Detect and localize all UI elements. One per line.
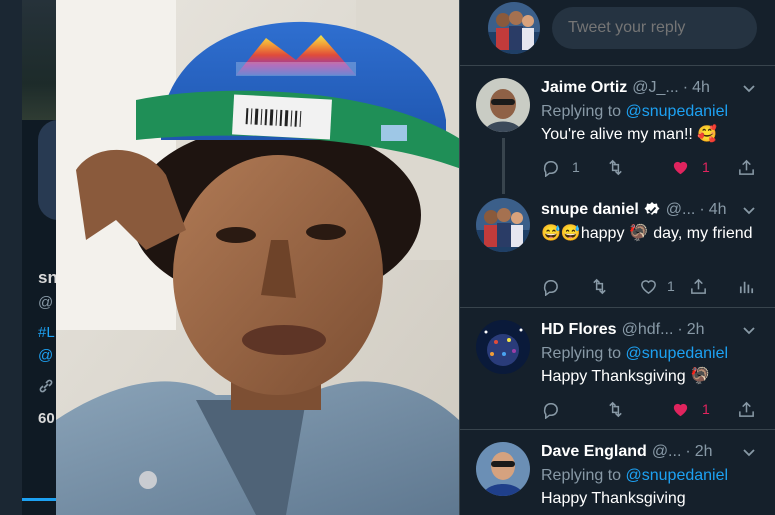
share-upload-icon [691,278,706,294]
retweet-arrows-icon [609,159,622,175]
profile-avatar [38,120,56,220]
tweet-header: Dave England @... · 2h [541,442,713,462]
share-upload-icon [739,401,754,417]
tweet-actions: 1 1 [541,156,771,178]
like-button[interactable]: 1 [671,156,710,178]
replying-prefix: Replying to [541,103,622,120]
user-avatar[interactable] [476,78,530,132]
like-button[interactable]: 1 [671,398,710,420]
like-count: 1 [702,159,710,175]
selfie-photo [56,0,459,515]
replying-to-line: Replying to @snupedaniel [541,344,728,364]
tweet-text: Happy Thanksgiving 🦃 [541,368,711,385]
dot-separator: · [699,201,705,218]
background-profile-panel: sn @ #L @ 60 [0,0,56,515]
share-button[interactable] [737,156,756,178]
like-button[interactable]: 1 [639,275,675,297]
tweet-media-photo[interactable] [56,0,459,515]
retweet-button[interactable] [606,398,625,420]
reply-tweet[interactable]: snupe daniel @... · 4h 😅😅happy 🦃 day, my… [460,188,775,308]
timestamp[interactable]: 4h [709,200,727,220]
heart-icon [641,279,656,294]
user-handle[interactable]: @... [666,200,696,220]
user-handle[interactable]: @hdf... [622,320,674,340]
user-avatar[interactable] [476,442,530,496]
chevron-down-icon[interactable] [742,204,756,218]
tweet-actions: 1 [541,275,771,297]
active-tab-indicator [22,498,56,501]
reply-tweet[interactable]: Jaime Ortiz @J_... · 4h Replying to @snu… [460,66,775,194]
profile-name-partial: sn [38,268,56,287]
user-handle[interactable]: @... [652,442,682,462]
chevron-down-icon[interactable] [742,446,756,460]
profile-banner [22,0,56,120]
speech-bubble-icon [543,279,558,296]
heart-icon [673,403,688,416]
sidebar-edge [0,0,22,515]
thread-connector [502,138,505,194]
profile-handle-partial: @ [38,294,54,311]
retweet-arrows-icon [609,401,622,417]
user-avatar[interactable] [476,198,530,252]
share-button[interactable] [737,398,756,420]
dot-separator: · [682,79,689,96]
reply-composer [460,0,775,66]
tweet-text: 😅😅happy 🦃 day, my friend [541,225,753,242]
timestamp[interactable]: 2h [695,442,713,462]
display-name[interactable]: HD Flores [541,320,617,340]
profile-mention-partial[interactable]: @ [38,347,53,364]
profile-hashtag-partial[interactable]: #L [38,324,55,341]
retweet-button[interactable] [606,156,625,178]
share-button[interactable] [689,275,708,297]
mention-link[interactable]: @snupedaniel [626,467,729,484]
my-avatar[interactable] [488,2,540,54]
reply-button[interactable] [541,398,560,420]
dot-separator: · [677,321,683,338]
reply-input[interactable] [552,7,757,49]
dot-separator: · [685,443,691,460]
link-icon [38,378,54,398]
chevron-down-icon[interactable] [742,324,756,338]
replies-panel: Jaime Ortiz @J_... · 4h Replying to @snu… [459,0,775,515]
user-avatar[interactable] [476,320,530,374]
speech-bubble-icon [543,402,558,419]
replying-prefix: Replying to [541,467,622,484]
mention-link[interactable]: @snupedaniel [626,345,729,362]
tweet-text: Happy Thanksgiving [541,490,686,507]
chevron-down-icon[interactable] [742,82,756,96]
retweet-button[interactable] [590,275,609,297]
tweet-header: Jaime Ortiz @J_... · 4h [541,78,710,98]
analytics-button[interactable] [737,275,756,297]
display-name[interactable]: Jaime Ortiz [541,78,627,98]
replying-to-line: Replying to @snupedaniel [541,102,728,122]
reply-button[interactable]: 1 [541,156,580,178]
timestamp[interactable]: 4h [692,78,710,98]
replying-prefix: Replying to [541,345,622,362]
user-handle[interactable]: @J_... [632,78,678,98]
verified-badge-icon [644,202,660,215]
heart-icon [673,161,688,174]
reply-count: 1 [572,159,580,175]
speech-bubble-icon [543,160,558,177]
share-upload-icon [739,159,754,175]
timestamp[interactable]: 2h [687,320,705,340]
like-count: 1 [667,278,675,294]
tweet-text: You're alive my man!! 🥰 [541,126,718,143]
display-name[interactable]: snupe daniel [541,200,639,220]
tweet-header: HD Flores @hdf... · 2h [541,320,705,340]
retweet-arrows-icon [593,278,606,294]
bar-chart-icon [739,281,754,293]
tweet-header: snupe daniel @... · 4h [541,200,727,220]
reply-tweet[interactable]: HD Flores @hdf... · 2h Replying to @snup… [460,308,775,430]
display-name[interactable]: Dave England [541,442,647,462]
like-count: 1 [702,401,710,417]
reply-button[interactable] [541,275,560,297]
reply-tweet[interactable]: Dave England @... · 2h Replying to @snup… [460,430,775,515]
profile-count-partial: 60 [38,410,55,427]
mention-link[interactable]: @snupedaniel [626,103,729,120]
tweet-actions: 1 [541,398,771,420]
replying-to-line: Replying to @snupedaniel [541,466,728,486]
